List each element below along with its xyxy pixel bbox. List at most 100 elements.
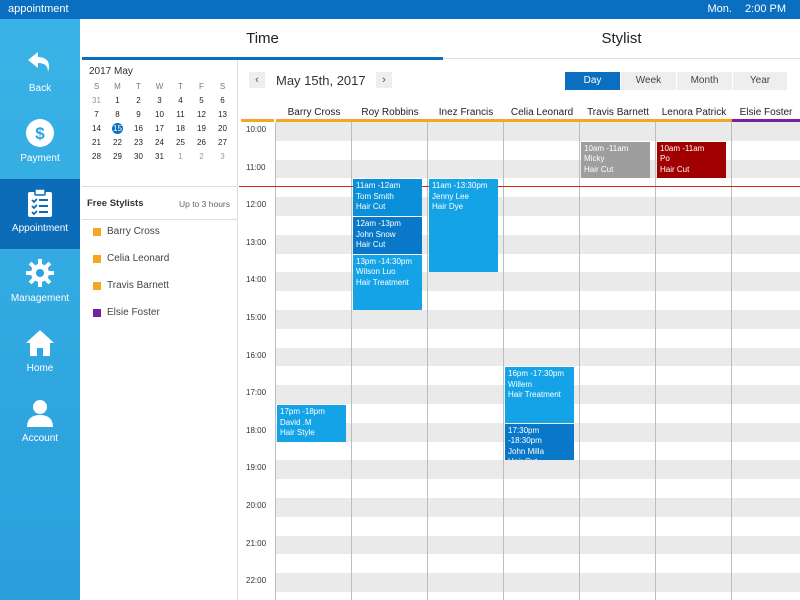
time-slot[interactable]	[276, 310, 800, 329]
time-slot[interactable]	[276, 592, 800, 600]
appointment-block[interactable]: 11am -12am Tom Smith Hair Cut	[353, 179, 422, 216]
time-slot[interactable]	[276, 517, 800, 536]
appointment-block[interactable]: 10am -11am Po Hair Cut	[657, 141, 726, 179]
calendar-day[interactable]: 19	[191, 122, 212, 136]
appointment-service: Hair Cut	[584, 164, 614, 174]
calendar-day[interactable]: 1	[170, 150, 191, 164]
appointment-block[interactable]: 11am -13:30pm Jenny Lee Hair Dye	[429, 179, 498, 273]
left-panel: 2017 May S M T W T F S 31 1 2 3 4 5 6 7 8 9 10 11 12 13 14 15 1…	[82, 60, 238, 600]
calendar-day[interactable]: 25	[170, 136, 191, 150]
appointment-block[interactable]: 10am -11am Micky Hair Cut	[581, 141, 650, 179]
stylist-header[interactable]: Inez Francis	[428, 104, 504, 122]
sidebar-item-account[interactable]: Account	[0, 389, 80, 459]
stylist-header[interactable]: Elsie Foster	[732, 104, 800, 122]
appointment-block[interactable]: 16pm -17:30pm Willem Hair Treatment	[505, 367, 574, 423]
free-stylist-item[interactable]: Elsie Foster	[82, 301, 237, 327]
mini-calendar-title: 2017 May	[89, 66, 133, 77]
stylist-header-name: Barry Cross	[287, 107, 341, 118]
stylist-header-name: Celia Leonard	[510, 107, 574, 118]
calendar-day[interactable]: 31	[149, 150, 170, 164]
tab-stylist[interactable]: Stylist	[443, 19, 800, 59]
calendar-day[interactable]: 14	[86, 122, 107, 136]
appointment-time: 10am -11am	[584, 143, 629, 153]
view-month-button[interactable]: Month	[677, 72, 732, 90]
view-year-button[interactable]: Year	[733, 72, 787, 90]
free-stylists-title: Free Stylists	[87, 198, 144, 209]
free-stylist-name: Travis Barnett	[107, 280, 169, 291]
stylist-color-swatch	[93, 255, 101, 263]
calendar-day[interactable]: 26	[191, 136, 212, 150]
view-day-button[interactable]: Day	[565, 72, 620, 90]
time-slot[interactable]	[276, 535, 800, 555]
calendar-day[interactable]: 2	[128, 94, 149, 108]
back-arrow-icon	[28, 52, 50, 72]
view-week-button[interactable]: Week	[621, 72, 676, 90]
calendar-day[interactable]: 2	[191, 150, 212, 164]
calendar-day[interactable]: 23	[128, 136, 149, 150]
calendar-day[interactable]: 11	[170, 108, 191, 122]
time-slot[interactable]	[276, 573, 800, 592]
time-slot[interactable]	[276, 460, 800, 480]
time-label: 22:00	[246, 576, 267, 586]
time-slot[interactable]	[276, 554, 800, 573]
appointment-block[interactable]: 17pm -18pm David .M Hair Style	[277, 405, 346, 442]
free-stylists-header: Free Stylists Up to 3 hours	[82, 186, 237, 220]
current-date: May 15th, 2017	[276, 73, 366, 88]
calendar-day[interactable]: 3	[149, 94, 170, 108]
calendar-day[interactable]: 29	[107, 150, 128, 164]
time-slot[interactable]	[276, 479, 800, 498]
stylist-header[interactable]: Roy Robbins	[352, 104, 428, 122]
time-slot[interactable]	[276, 122, 800, 141]
appointment-block[interactable]: 12am -13pm John Snow Hair Cut	[353, 217, 422, 254]
calendar-day[interactable]: 24	[149, 136, 170, 150]
free-stylist-item[interactable]: Celia Leonard	[82, 247, 237, 273]
calendar-day[interactable]: 3	[212, 150, 233, 164]
calendar-day[interactable]: 9	[128, 108, 149, 122]
calendar-day[interactable]: 12	[191, 108, 212, 122]
calendar-day[interactable]: 27	[212, 136, 233, 150]
calendar-day[interactable]: 6	[212, 94, 233, 108]
calendar-day[interactable]: 20	[212, 122, 233, 136]
calendar-day[interactable]: 5	[191, 94, 212, 108]
next-day-button[interactable]: ›	[376, 72, 392, 88]
free-stylist-item[interactable]: Barry Cross	[82, 220, 237, 246]
stylist-header[interactable]: Travis Barnett	[580, 104, 656, 122]
stylist-header[interactable]: Barry Cross	[276, 104, 352, 122]
appointment-time: 11am -13:30pm	[432, 181, 488, 191]
free-stylist-item[interactable]: Travis Barnett	[82, 274, 237, 300]
stylist-header[interactable]: Lenora Patrick	[656, 104, 732, 122]
selected-day[interactable]: 15	[107, 122, 128, 136]
calendar-day[interactable]: 28	[86, 150, 107, 164]
column-divider	[351, 122, 352, 600]
sidebar-item-home[interactable]: Home	[0, 319, 80, 389]
calendar-day[interactable]: 4	[170, 94, 191, 108]
calendar-day[interactable]: 7	[86, 108, 107, 122]
calendar-day[interactable]: 22	[107, 136, 128, 150]
time-slot[interactable]	[276, 347, 800, 367]
appointment-block[interactable]: 13pm -14:30pm Wilson Luo Hair Treatment	[353, 254, 422, 310]
calendar-day[interactable]: 30	[128, 150, 149, 164]
calendar-day[interactable]: 31	[86, 94, 107, 108]
appointment-block[interactable]: 17:30pm -18:30pmJohn MillaHair Cut	[505, 423, 574, 461]
calendar-day[interactable]: 13	[212, 108, 233, 122]
appointment-time: 10am -11am	[660, 143, 705, 153]
sidebar-item-management[interactable]: Management	[0, 249, 80, 319]
schedule-grid: 10:00 11:00 12:00 13:00 14:00 15:00 16:00 17:00…	[239, 122, 800, 600]
calendar-day[interactable]: 10	[149, 108, 170, 122]
calendar-day[interactable]: 21	[86, 136, 107, 150]
mini-calendar-week: 7 8 9 10 11 12 13	[86, 108, 236, 122]
calendar-day[interactable]: 8	[107, 108, 128, 122]
dollar-icon: $	[26, 119, 54, 147]
sidebar-item-appointment[interactable]: Appointment	[0, 179, 80, 249]
sidebar-item-back[interactable]: Back	[0, 39, 80, 109]
time-slot[interactable]	[276, 498, 800, 517]
sidebar-item-payment[interactable]: $ Payment	[0, 109, 80, 179]
calendar-day[interactable]: 18	[170, 122, 191, 136]
prev-day-button[interactable]: ‹	[249, 72, 265, 88]
calendar-day[interactable]: 1	[107, 94, 128, 108]
time-slot[interactable]	[276, 329, 800, 348]
calendar-day[interactable]: 17	[149, 122, 170, 136]
tab-time[interactable]: Time	[82, 19, 443, 60]
calendar-day[interactable]: 16	[128, 122, 149, 136]
stylist-header[interactable]: Celia Leonard	[504, 104, 580, 122]
